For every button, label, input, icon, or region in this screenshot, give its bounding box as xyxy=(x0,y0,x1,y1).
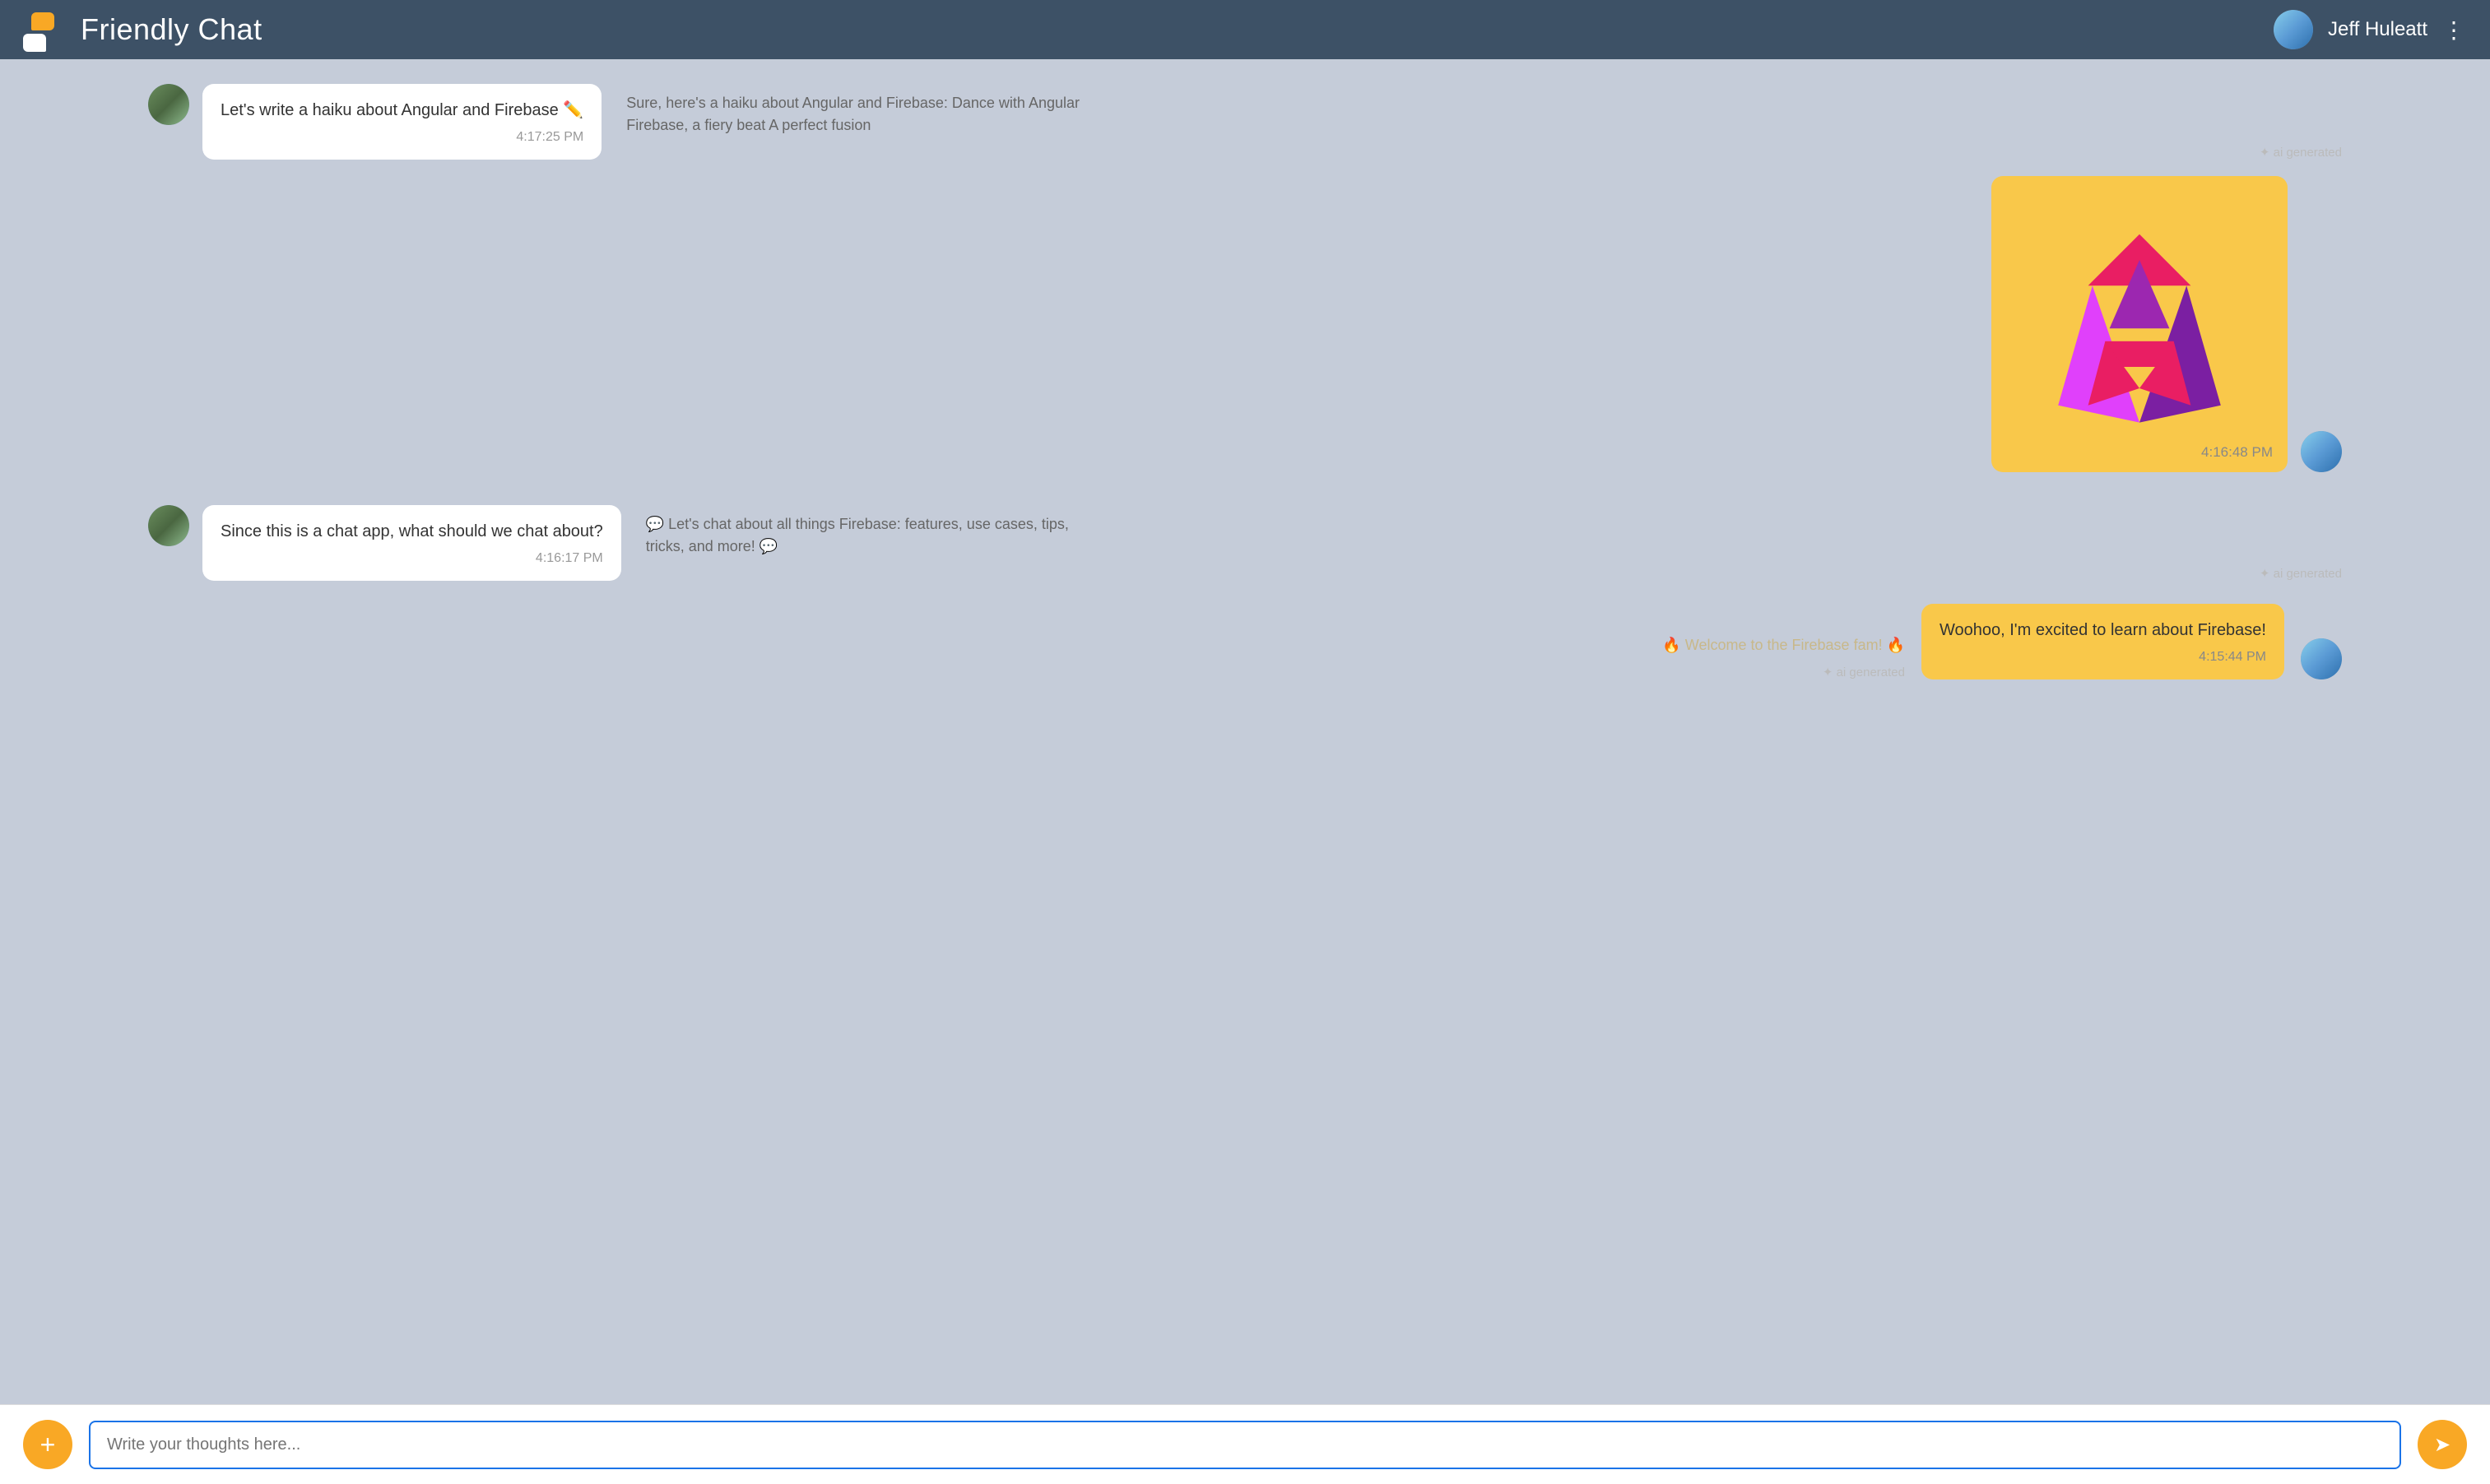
sender-avatar-3 xyxy=(148,505,189,546)
ai-text-3: 💬 Let's chat about all things Firebase: … xyxy=(646,505,1107,561)
ai-response-1: Sure, here's a haiku about Angular and F… xyxy=(602,84,2342,160)
message-left-1: Let's write a haiku about Angular and Fi… xyxy=(148,84,602,160)
message-group-3: Since this is a chat app, what should we… xyxy=(148,505,2342,581)
user-avatar-header xyxy=(2274,10,2313,49)
more-options-icon[interactable]: ⋮ xyxy=(2442,16,2467,44)
ai-response-3: 💬 Let's chat about all things Firebase: … xyxy=(621,505,2342,581)
sender-avatar-1 xyxy=(148,84,189,125)
bubble-time-1: 4:17:25 PM xyxy=(221,130,583,145)
header-right: Jeff Huleatt ⋮ xyxy=(2274,10,2467,49)
ai-text-4: 🔥 Welcome to the Firebase fam! 🔥 xyxy=(1662,626,1905,660)
message-group-2: 4:16:48 PM xyxy=(148,176,2342,472)
bubble-text-3: Since this is a chat app, what should we… xyxy=(221,522,603,540)
ai-label-4: ✦ ai generated xyxy=(1662,665,1905,679)
app-logo xyxy=(23,12,66,47)
welcome-ai-block: 🔥 Welcome to the Firebase fam! 🔥 ✦ ai ge… xyxy=(1662,626,1905,679)
bubble-text-5: Woohoo, I'm excited to learn about Fireb… xyxy=(1940,621,2266,639)
send-icon: ➤ xyxy=(2434,1433,2451,1457)
app-title: Friendly Chat xyxy=(81,12,262,47)
bubble-time-5: 4:15:44 PM xyxy=(1940,650,2266,665)
username-label: Jeff Huleatt xyxy=(2328,18,2427,41)
add-button[interactable]: + xyxy=(23,1420,72,1469)
bubble-time-3: 4:16:17 PM xyxy=(221,551,603,566)
message-bubble-1: Let's write a haiku about Angular and Fi… xyxy=(202,84,602,160)
sender-avatar-2 xyxy=(2301,431,2342,472)
app-header: Friendly Chat Jeff Huleatt ⋮ xyxy=(0,0,2490,59)
message-group-4: 🔥 Welcome to the Firebase fam! 🔥 ✦ ai ge… xyxy=(148,604,2342,679)
input-bar: + ➤ xyxy=(0,1404,2490,1484)
message-input[interactable] xyxy=(89,1421,2401,1469)
chat-area: Let's write a haiku about Angular and Fi… xyxy=(0,59,2490,1404)
message-bubble-5: Woohoo, I'm excited to learn about Fireb… xyxy=(1921,604,2284,679)
ai-text-1: Sure, here's a haiku about Angular and F… xyxy=(626,84,1087,140)
message-left-3: Since this is a chat app, what should we… xyxy=(148,505,621,581)
message-group-1: Let's write a haiku about Angular and Fi… xyxy=(148,84,2342,160)
image-message: 4:16:48 PM xyxy=(1991,176,2288,472)
image-time: 4:16:48 PM xyxy=(2201,444,2273,461)
angular-logo-svg xyxy=(2032,217,2246,431)
message-bubble-3: Since this is a chat app, what should we… xyxy=(202,505,621,581)
header-left: Friendly Chat xyxy=(23,12,262,47)
ai-label-3: ✦ ai generated xyxy=(646,566,2342,581)
sender-avatar-5 xyxy=(2301,638,2342,679)
bubble-text-1: Let's write a haiku about Angular and Fi… xyxy=(221,101,583,119)
send-button[interactable]: ➤ xyxy=(2418,1420,2467,1469)
ai-label-1: ✦ ai generated xyxy=(626,145,2342,160)
